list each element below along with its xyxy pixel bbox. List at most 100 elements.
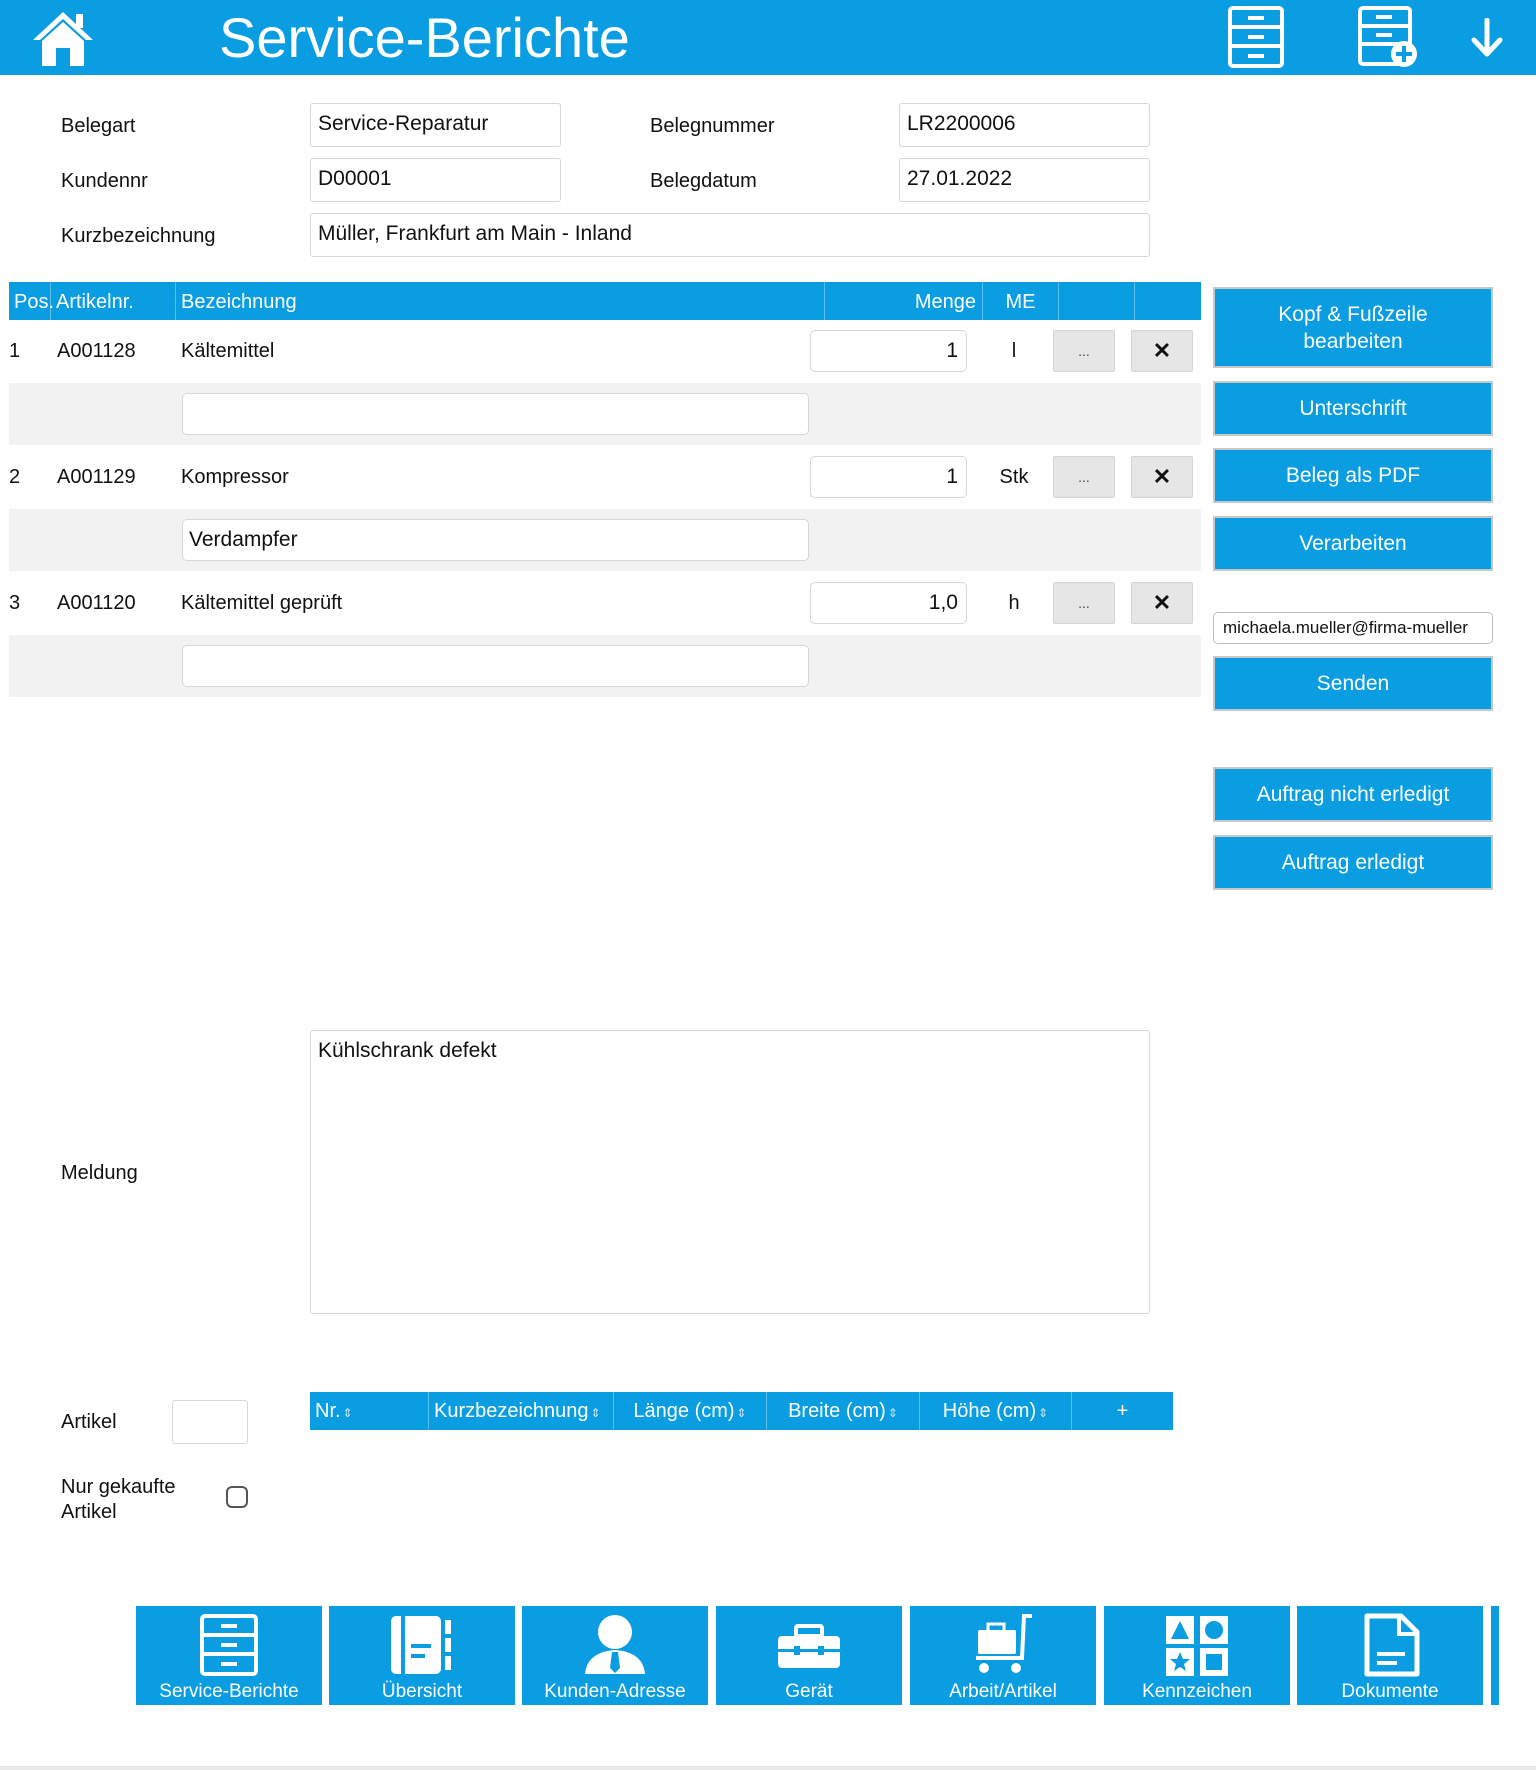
kundennr-label: Kundennr <box>61 170 148 192</box>
add-row-button[interactable]: + <box>1072 1392 1173 1430</box>
auftrag-nicht-erledigt-button[interactable]: Auftrag nicht erledigt <box>1213 767 1493 822</box>
nav-dokumente[interactable]: Dokumente <box>1297 1606 1483 1705</box>
col-delete <box>1135 282 1201 320</box>
nav-kunden-adresse[interactable]: Kunden-Adresse <box>522 1606 708 1705</box>
quantity-field[interactable]: 1 <box>810 330 967 372</box>
kopf-fusszeile-line1: Kopf & Fußzeile <box>1278 302 1428 326</box>
cabinet-icon[interactable] <box>1228 6 1284 73</box>
row-note-field[interactable] <box>182 645 809 687</box>
shapes-icon <box>1104 1612 1290 1678</box>
nav-uebersicht[interactable]: Übersicht <box>329 1606 515 1705</box>
meldung-textarea[interactable]: Kühlschrank defekt <box>310 1030 1150 1314</box>
col-breite[interactable]: Breite (cm) ⇕ <box>767 1392 920 1430</box>
kundennr-field[interactable]: D00001 <box>310 158 561 202</box>
row-bezeichnung: Kompressor <box>181 466 289 488</box>
belegdatum-label: Belegdatum <box>650 170 757 192</box>
nav-kennzeichen[interactable]: Kennzeichen <box>1104 1606 1290 1705</box>
artikel-input[interactable] <box>172 1400 248 1444</box>
belegnummer-field[interactable]: LR2200006 <box>899 103 1150 147</box>
row-artikelnr: A001129 <box>57 466 136 488</box>
more-button[interactable]: ... <box>1053 456 1115 498</box>
nur-gekaufte-line1: Nur gekaufte <box>61 1476 176 1498</box>
col-hoehe[interactable]: Höhe (cm) ⇕ <box>920 1392 1072 1430</box>
nav-label: Service-Berichte <box>159 1681 299 1702</box>
arrow-down-icon[interactable] <box>1470 17 1504 63</box>
bottom-divider <box>0 1766 1536 1770</box>
kopf-fusszeile-button[interactable]: Kopf & Fußzeile bearbeiten <box>1213 287 1493 368</box>
delete-icon[interactable]: ✕ <box>1131 582 1193 624</box>
artikel-label: Artikel <box>61 1411 117 1433</box>
row-unit: h <box>1008 592 1020 614</box>
row-pos: 3 <box>9 592 21 614</box>
col-bezeichnung: Bezeichnung <box>176 282 825 320</box>
cabinet-add-icon[interactable] <box>1358 6 1420 75</box>
more-button[interactable]: ... <box>1053 330 1115 372</box>
email-field[interactable]: michaela.mueller@firma-mueller <box>1213 612 1493 644</box>
row-bezeichnung: Kältemittel <box>181 340 275 362</box>
row-unit: l <box>1011 340 1017 362</box>
table-row: 1 A001128 Kältemittel 1 l ... ✕ <box>9 320 1201 382</box>
belegart-label: Belegart <box>61 115 136 137</box>
belegnummer-label: Belegnummer <box>650 115 775 137</box>
sort-icon: ⇕ <box>1038 1406 1049 1420</box>
row-artikelnr: A001120 <box>57 592 136 614</box>
home-icon[interactable] <box>30 8 96 73</box>
row-bezeichnung: Kältemittel geprüft <box>181 592 343 614</box>
col-kurzbezeichnung[interactable]: Kurzbezeichnung ⇕ <box>429 1392 614 1430</box>
row-pos: 1 <box>9 340 21 362</box>
meldung-label: Meldung <box>61 1162 138 1184</box>
col-laenge[interactable]: Länge (cm) ⇕ <box>614 1392 767 1430</box>
row-pos: 2 <box>9 466 21 488</box>
nav-arbeit-artikel[interactable]: Arbeit/Artikel <box>910 1606 1096 1705</box>
col-menge: Menge <box>825 282 983 320</box>
delete-icon[interactable]: ✕ <box>1131 456 1193 498</box>
nav-label: Gerät <box>785 1681 833 1702</box>
nav-label: Arbeit/Artikel <box>949 1681 1057 1702</box>
quantity-field[interactable]: 1 <box>810 456 967 498</box>
table-row-note: Verdampfer <box>9 509 1201 571</box>
artikel-table-header: Nr. ⇕ Kurzbezeichnung ⇕ Länge (cm) ⇕ Breite… <box>310 1392 1173 1430</box>
more-button[interactable]: ... <box>1053 582 1115 624</box>
nav-scroll-edge <box>1491 1606 1499 1705</box>
sort-icon: ⇕ <box>887 1406 898 1420</box>
belegart-field[interactable]: Service-Reparatur <box>310 103 561 147</box>
auftrag-erledigt-button[interactable]: Auftrag erledigt <box>1213 835 1493 890</box>
col-me: ME <box>983 282 1059 320</box>
document-icon <box>1297 1612 1483 1678</box>
nav-service-berichte[interactable]: Service-Berichte <box>136 1606 322 1705</box>
row-artikelnr: A001128 <box>57 340 136 362</box>
sort-icon: ⇕ <box>736 1406 747 1420</box>
kopf-fusszeile-line2: bearbeiten <box>1303 329 1403 353</box>
row-unit: Stk <box>999 466 1029 488</box>
table-row-note <box>9 383 1201 445</box>
col-artikelnr: Artikelnr. <box>51 282 176 320</box>
senden-button[interactable]: Senden <box>1213 656 1493 711</box>
nav-label: Dokumente <box>1341 1681 1439 1702</box>
verarbeiten-button[interactable]: Verarbeiten <box>1213 516 1493 571</box>
notebook-icon <box>329 1612 515 1678</box>
cart-icon <box>910 1612 1096 1678</box>
unterschrift-button[interactable]: Unterschrift <box>1213 381 1493 436</box>
delete-icon[interactable]: ✕ <box>1131 330 1193 372</box>
nur-gekaufte-checkbox[interactable] <box>226 1486 248 1508</box>
sort-icon: ⇕ <box>342 1406 353 1420</box>
belegdatum-field[interactable]: 27.01.2022 <box>899 158 1150 202</box>
table-row: 2 A001129 Kompressor 1 Stk ... ✕ <box>9 446 1201 508</box>
col-pos: Pos. <box>9 282 54 320</box>
table-row: 3 A001120 Kältemittel geprüft 1,0 h ... … <box>9 572 1201 634</box>
nav-label: Übersicht <box>381 1681 463 1702</box>
nav-label: Kunden-Adresse <box>544 1681 686 1702</box>
page-title: Service-Berichte <box>219 6 630 69</box>
cabinet-icon <box>136 1612 322 1678</box>
kurzbezeichnung-field[interactable]: Müller, Frankfurt am Main - Inland <box>310 213 1150 257</box>
nur-gekaufte-line2: Artikel <box>61 1501 117 1523</box>
row-note-field[interactable] <box>182 393 809 435</box>
col-more <box>1059 282 1135 320</box>
beleg-pdf-button[interactable]: Beleg als PDF <box>1213 448 1493 503</box>
row-note-field[interactable]: Verdampfer <box>182 519 809 561</box>
quantity-field[interactable]: 1,0 <box>810 582 967 624</box>
table-row-note <box>9 635 1201 697</box>
col-nr[interactable]: Nr. ⇕ <box>310 1392 429 1430</box>
toolbox-icon <box>716 1612 902 1678</box>
nav-geraet[interactable]: Gerät <box>716 1606 902 1705</box>
